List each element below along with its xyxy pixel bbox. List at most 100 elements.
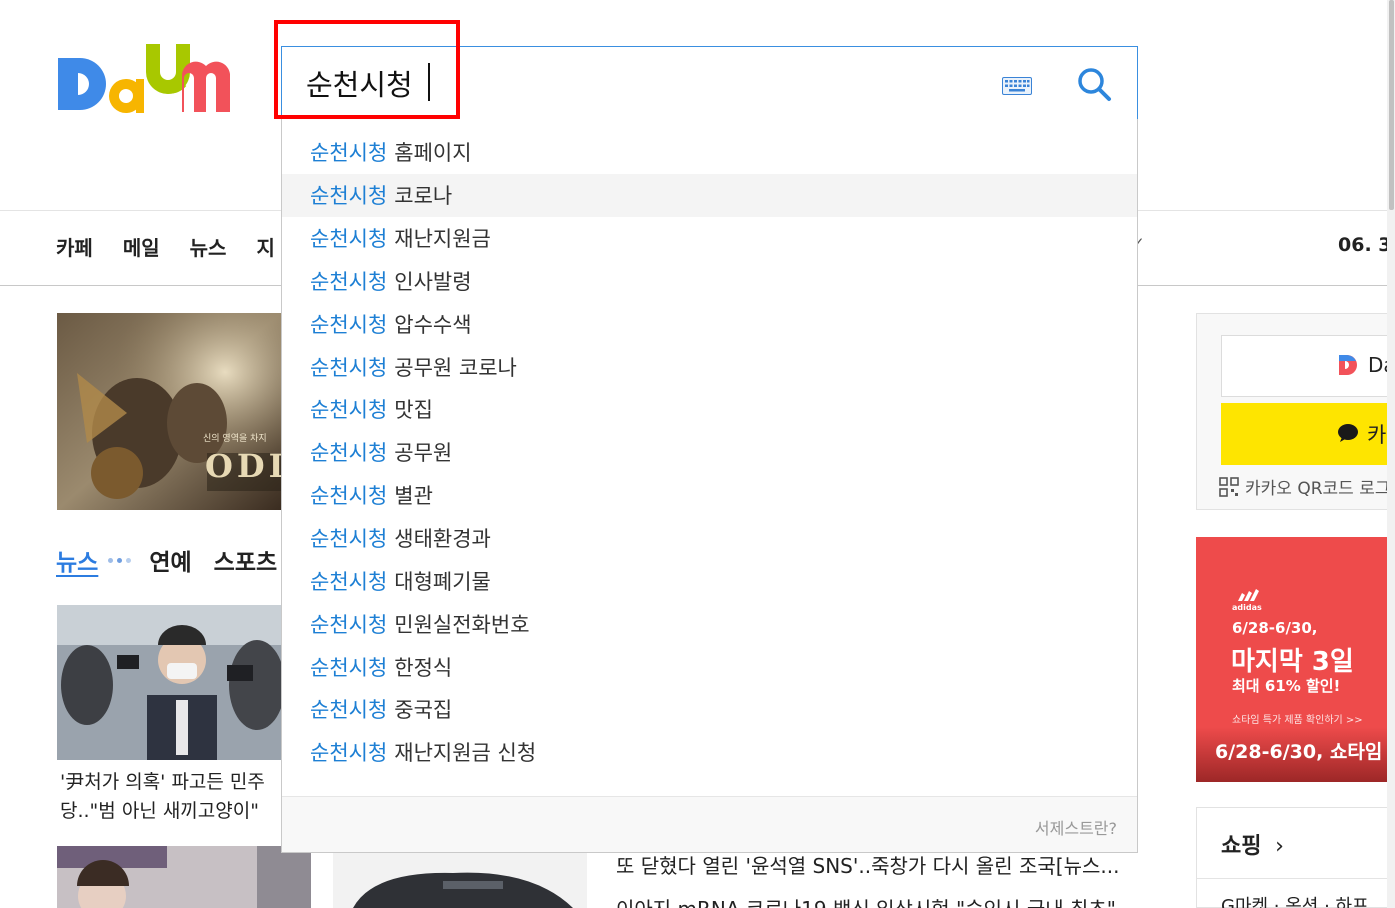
keyboard-icon[interactable]	[1002, 77, 1032, 95]
nav-item-mail[interactable]: 메일	[123, 232, 160, 261]
news-headline-1[interactable]: 또 닫혔다 열린 '윤석열 SNS'..죽창가 다시 올린 조국[뉴스...	[616, 850, 1119, 879]
chevron-right-icon: ›	[1275, 834, 1284, 859]
ad-subline: 최대 61% 할인!	[1232, 677, 1341, 695]
suggestion-item[interactable]: 순천시청 중국집	[282, 688, 1137, 731]
suggestion-text: 중국집	[394, 698, 453, 723]
suggestion-keyword: 순천시청	[310, 227, 388, 252]
suggestion-keyword: 순천시청	[310, 141, 388, 166]
suggestion-text: 생태환경과	[394, 527, 491, 552]
suggestion-keyword: 순천시청	[310, 527, 388, 552]
shopping-links[interactable]: G마켓 · 옥션 · 하프	[1221, 892, 1369, 908]
news-photo-3[interactable]	[333, 851, 587, 908]
dropdown-footer: 서제스트란?	[282, 796, 1137, 852]
suggestion-keyword: 순천시청	[310, 612, 388, 637]
suggestion-keyword: 순천시청	[310, 441, 388, 466]
suggestion-text: 재난지원금	[394, 227, 491, 252]
suggestion-text: 코로나	[394, 184, 453, 209]
news-caption-line-2: 당.."범 아닌 새끼고양이"	[60, 800, 259, 822]
suggestion-item[interactable]: 순천시청 별관	[282, 474, 1137, 517]
qr-code-icon	[1219, 476, 1239, 497]
news-photo-art	[57, 605, 281, 760]
ad-caption: 6/28-6/30, 쇼타임 ?	[1196, 727, 1395, 782]
suggestion-item[interactable]: 순천시청 생태환경과	[282, 517, 1137, 560]
suggestion-keyword: 순천시청	[310, 355, 388, 380]
suggestion-keyword: 순천시청	[310, 655, 388, 680]
suggestion-keyword: 순천시청	[310, 741, 388, 766]
suggestion-item[interactable]: 순천시청 민원실전화번호	[282, 602, 1137, 645]
news-caption-line-1: '尹처가 의혹' 파고든 민주	[60, 771, 265, 793]
main-nav: 카페 메일 뉴스 지	[56, 232, 275, 261]
suggestion-item[interactable]: 순천시청 한정식	[282, 645, 1137, 688]
tab-news[interactable]: 뉴스	[56, 543, 98, 577]
suggestion-text: 인사발령	[394, 269, 472, 294]
suggestion-text: 공무원	[394, 441, 453, 466]
news-photo-2[interactable]	[57, 846, 311, 908]
shopping-title[interactable]: 쇼핑 ›	[1221, 828, 1284, 860]
daum-logo[interactable]	[56, 44, 250, 124]
game-banner-logo-text: ODI	[205, 447, 281, 485]
shopping-title-label: 쇼핑	[1221, 834, 1262, 859]
ad-brand-text: adidas	[1232, 603, 1262, 612]
game-banner-small-text: 신의 영역을 차지	[203, 434, 267, 444]
tab-entertainment[interactable]: 연예	[149, 543, 191, 577]
news-photo-2-art	[57, 846, 311, 908]
daum-login-button[interactable]: Da	[1221, 335, 1395, 397]
suggestion-text: 민원실전화번호	[394, 612, 530, 637]
suggestion-item[interactable]: 순천시청 대형폐기물	[282, 559, 1137, 602]
nav-item-cafe[interactable]: 카페	[56, 232, 93, 261]
suggestion-text: 한정식	[394, 655, 453, 680]
suggestion-item[interactable]: 순천시청 공무원	[282, 431, 1137, 474]
daum-d-icon	[1339, 355, 1357, 375]
suggestion-keyword: 순천시청	[310, 398, 388, 423]
suggestion-list: 순천시청 홈페이지 순천시청 코로나 순천시청 재난지원금 순천시청 인사발령 순천시청…	[282, 131, 1137, 774]
qr-login-link[interactable]: 카카오 QR코드 로그	[1219, 474, 1390, 499]
news-caption[interactable]: '尹처가 의혹' 파고든 민주 당.."범 아닌 새끼고양이"	[60, 768, 282, 826]
news-photo[interactable]	[57, 605, 281, 760]
suggestion-text: 재난지원금 신청	[394, 741, 537, 766]
suggestion-item[interactable]: 순천시청 재난지원금 신청	[282, 731, 1137, 774]
news-headline-2[interactable]: 이아지 mRNA 코로나19 백신 임상시험 "승인시 국내 최초"	[616, 893, 1116, 908]
search-box[interactable]	[281, 46, 1138, 120]
shopping-divider	[1197, 878, 1395, 879]
nav-item-news[interactable]: 뉴스	[190, 232, 227, 261]
suggestion-keyword: 순천시청	[310, 184, 388, 209]
news-photo-3-art	[333, 851, 587, 908]
dots-icon	[108, 557, 132, 563]
news-tabs: 뉴스 연예 스포츠	[56, 543, 277, 577]
suggestion-item[interactable]: 순천시청 재난지원금	[282, 217, 1137, 260]
search-input[interactable]	[306, 57, 986, 109]
suggestion-keyword: 순천시청	[310, 569, 388, 594]
suggestion-text: 홈페이지	[394, 141, 472, 166]
suggestion-dropdown: 순천시청 홈페이지 순천시청 코로나 순천시청 재난지원금 순천시청 인사발령 순천시청…	[281, 119, 1138, 853]
suggestion-item[interactable]: 순천시청 인사발령	[282, 260, 1137, 303]
magnifier-icon[interactable]	[1076, 66, 1112, 102]
shopping-card: 쇼핑 › G마켓 · 옥션 · 하프	[1196, 807, 1395, 908]
suggestion-text: 공무원 코로나	[394, 355, 517, 380]
game-banner[interactable]: 신의 영역을 차지 ODI	[57, 313, 281, 510]
suggestion-item[interactable]: 순천시청 압수수색	[282, 302, 1137, 345]
ad-small-text: 쇼타임 특가 제품 확인하기 >>	[1232, 715, 1363, 726]
ad-banner[interactable]: adidas 6/28-6/30, 마지막 3일 최대 61% 할인! 쇼타임 …	[1196, 537, 1395, 782]
suggestion-text: 별관	[394, 484, 433, 509]
suggestion-keyword: 순천시청	[310, 269, 388, 294]
suggestion-item[interactable]: 순천시청 맛집	[282, 388, 1137, 431]
daum-logo-graphic	[58, 44, 230, 113]
ad-headline: 마지막 3일	[1231, 647, 1354, 677]
suggest-help-link[interactable]: 서제스트란?	[1035, 815, 1117, 839]
suggestion-item[interactable]: 순천시청 홈페이지	[282, 131, 1137, 174]
suggestion-text: 대형폐기물	[394, 569, 491, 594]
suggestion-keyword: 순천시청	[310, 484, 388, 509]
suggestion-keyword: 순천시청	[310, 698, 388, 723]
kakao-login-label: 카	[1367, 423, 1387, 447]
kakao-login-button[interactable]: 카	[1221, 403, 1395, 465]
nav-item-map[interactable]: 지	[256, 232, 274, 261]
tab-sports[interactable]: 스포츠	[214, 543, 277, 577]
suggestion-text: 압수수색	[394, 312, 472, 337]
ad-dates: 6/28-6/30,	[1232, 619, 1318, 637]
qr-login-label: 카카오 QR코드 로그	[1245, 479, 1391, 499]
suggestion-item[interactable]: 순천시청 코로나	[282, 173, 1137, 217]
nav-date: 06. 3	[1338, 234, 1392, 256]
login-card: Da 카 카카오 QR코드 로그	[1196, 313, 1395, 510]
scrollbar-thumb[interactable]	[1389, 0, 1394, 210]
suggestion-item[interactable]: 순천시청 공무원 코로나	[282, 345, 1137, 388]
